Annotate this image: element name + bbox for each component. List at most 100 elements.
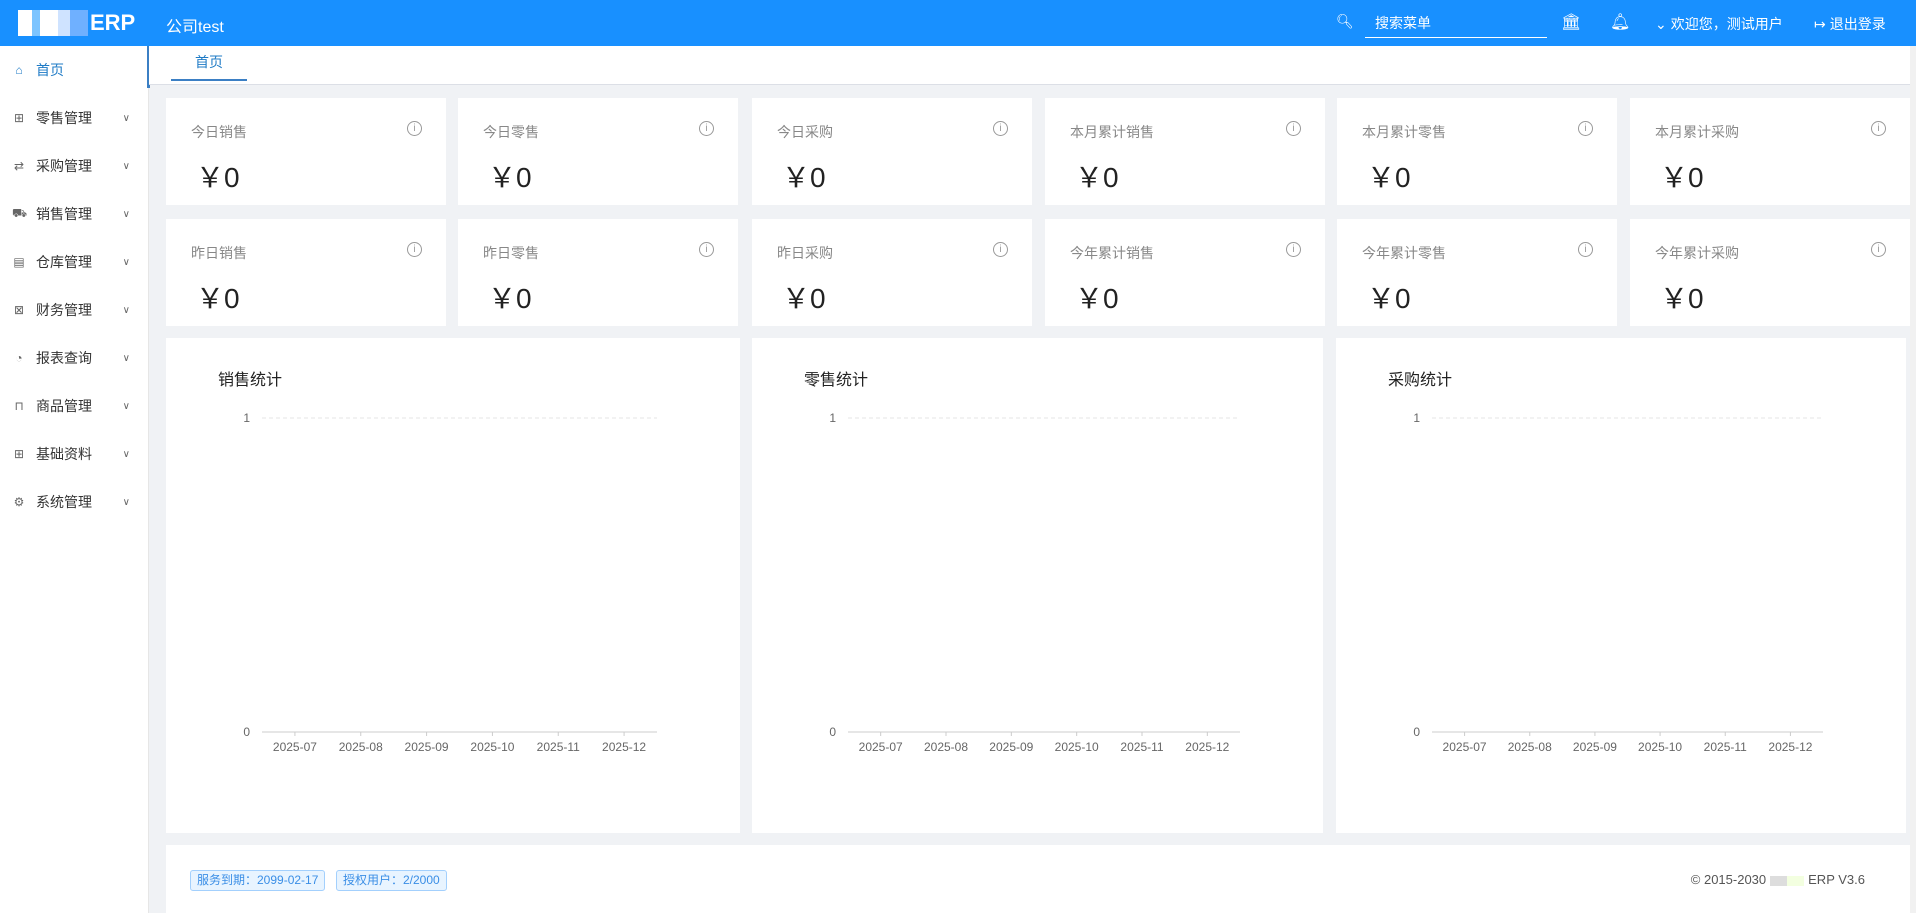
chevron-down-icon: ∨ (122, 256, 130, 268)
sidebar-item-label: 采购管理 (36, 158, 92, 174)
info-icon[interactable]: i (1871, 121, 1886, 136)
logo[interactable]: ERP (18, 9, 135, 37)
stat-card: 今年累计采购 i ￥0 (1630, 219, 1910, 326)
sidebar-item[interactable]: ⊓ 商品管理 ∨ (0, 382, 148, 430)
stat-card: 今日零售 i ￥0 (458, 98, 738, 205)
y-tick-label: 0 (829, 725, 836, 739)
info-icon[interactable]: i (993, 242, 1008, 257)
chevron-down-icon: ∨ (122, 448, 130, 460)
stat-value: ￥0 (1075, 162, 1119, 193)
stat-title: 本月累计销售 (1070, 124, 1154, 140)
bank-icon[interactable]: 🏛︎ (1561, 12, 1581, 32)
stat-title: 今日零售 (483, 124, 539, 140)
sidebar-item-label: 零售管理 (36, 110, 92, 126)
sidebar-item[interactable]: ◔ 报表查询 ∨ (0, 334, 148, 382)
cart-icon: ⛟ (12, 206, 28, 220)
sidebar-item[interactable]: ⚙ 系统管理 ∨ (0, 478, 148, 526)
x-tick-label: 2025-12 (1185, 740, 1229, 754)
info-icon[interactable]: i (1871, 242, 1886, 257)
x-tick-label: 2025-08 (924, 740, 968, 754)
home-icon: ⌂ (15, 63, 23, 77)
chevron-down-icon: ∨ (122, 208, 130, 220)
welcome-text: 欢迎您，测试用户 (1670, 16, 1783, 32)
chevron-down-icon: ∨ (122, 400, 130, 412)
sidebar-item[interactable]: ⌂ 首页 (0, 46, 150, 94)
sidebar-item[interactable]: ⛟ 销售管理 ∨ (0, 190, 148, 238)
sidebar-item-label: 商品管理 (36, 398, 92, 414)
stat-title: 今年累计零售 (1362, 245, 1446, 261)
x-tick-label: 2025-10 (1638, 740, 1682, 754)
tab-bar: 首页 (149, 46, 1910, 85)
search-menu-input[interactable] (1365, 8, 1547, 38)
info-icon[interactable]: i (699, 242, 714, 257)
sidebar-item[interactable]: ⊞ 零售管理 ∨ (0, 94, 148, 142)
stat-title: 今年累计采购 (1655, 245, 1739, 261)
x-tick-label: 2025-09 (405, 740, 449, 754)
sidebar-item[interactable]: ⊠ 财务管理 ∨ (0, 286, 148, 334)
stat-title: 今日采购 (777, 124, 833, 140)
page-scrollbar[interactable] (1910, 46, 1916, 913)
warehouse-icon: ▤ (13, 255, 25, 269)
chart-card: 销售统计 0 1 2025-07 2025-08 2025-09 2025-10 2025-1… (166, 338, 740, 833)
footer: 服务到期：2099-02-17 授权用户：2/2000 © 2015-2030 E… (166, 845, 1910, 913)
x-tick-label: 2025-12 (602, 740, 646, 754)
stat-card: 今年累计零售 i ￥0 (1337, 219, 1617, 326)
stat-title: 今年累计销售 (1070, 245, 1154, 261)
info-icon[interactable]: i (699, 121, 714, 136)
chevron-down-icon: ∨ (122, 496, 130, 508)
stat-card: 昨日销售 i ￥0 (166, 219, 446, 326)
info-icon[interactable]: i (407, 242, 422, 257)
chart-plot: 0 1 2025-07 2025-08 2025-09 2025-10 2025-11 202… (243, 411, 657, 754)
info-icon[interactable]: i (1286, 121, 1301, 136)
stat-card: 昨日零售 i ￥0 (458, 219, 738, 326)
sidebar-item[interactable]: ▤ 仓库管理 ∨ (0, 238, 148, 286)
finance-icon: ⊠ (13, 303, 25, 317)
chart-plot: 0 1 2025-07 2025-08 2025-09 2025-10 2025-11 202… (829, 411, 1240, 754)
stat-card: 本月累计销售 i ￥0 (1045, 98, 1325, 205)
company-logo-blur (1770, 875, 1805, 886)
y-tick-label: 0 (243, 725, 250, 739)
logo-text: ERP (90, 10, 136, 35)
sidebar-item-label: 报表查询 (36, 350, 92, 366)
stat-value: ￥0 (1660, 162, 1704, 193)
x-tick-label: 2025-11 (537, 740, 580, 754)
x-tick-label: 2025-10 (1055, 740, 1099, 754)
sidebar-item[interactable]: ⇄ 采购管理 ∨ (0, 142, 148, 190)
stat-card: 今年累计销售 i ￥0 (1045, 219, 1325, 326)
stat-title: 本月累计采购 (1655, 124, 1739, 140)
user-menu[interactable]: ⌄ 欢迎您，测试用户 (1655, 14, 1783, 34)
sidebar-item[interactable]: ⊞ 基础资料 ∨ (0, 430, 148, 478)
stat-card: 昨日采购 i ￥0 (752, 219, 1032, 326)
info-icon[interactable]: i (993, 121, 1008, 136)
logo-image (18, 10, 88, 36)
search-icon[interactable]: 🔍︎ (1336, 13, 1354, 30)
copyright-text: © 2015-2030 (1690, 872, 1767, 887)
info-icon[interactable]: i (1578, 121, 1593, 136)
info-icon[interactable]: i (1578, 242, 1593, 257)
stat-title: 今日销售 (191, 124, 247, 140)
x-tick-label: 2025-10 (470, 740, 514, 754)
bell-icon[interactable]: 🔔︎ (1610, 12, 1630, 32)
chart-card: 采购统计 0 1 2025-07 2025-08 2025-09 2025-10 2025-1… (1336, 338, 1906, 833)
x-tick-label: 2025-07 (273, 740, 317, 754)
info-icon[interactable]: i (407, 121, 422, 136)
gift-icon: ⊞ (13, 111, 25, 125)
sidebar-item-label: 首页 (36, 62, 64, 78)
service-expiry-tag: 服务到期：2099-02-17 (190, 870, 326, 891)
y-tick-label: 0 (1413, 725, 1420, 739)
logout-button[interactable]: ↦ 退出登录 (1814, 14, 1886, 34)
stat-value: ￥0 (196, 162, 240, 193)
stat-card: 本月累计零售 i ￥0 (1337, 98, 1617, 205)
stat-value: ￥0 (1075, 283, 1119, 314)
chevron-down-icon: ∨ (122, 112, 130, 124)
x-tick-label: 2025-12 (1768, 740, 1812, 754)
top-header: ERP 公司test 🔍︎ 🏛︎ 🔔︎ ⌄欢迎您，测试用户 ↦退出登录 (0, 0, 1916, 46)
x-tick-label: 2025-07 (859, 740, 903, 754)
sidebar-item-label: 仓库管理 (36, 254, 92, 270)
chevron-circle-icon: ⌄ (1655, 15, 1667, 32)
tab-home[interactable]: 首页 (171, 46, 247, 81)
info-icon[interactable]: i (1286, 242, 1301, 257)
stat-card: 本月累计采购 i ￥0 (1630, 98, 1910, 205)
logout-icon: ↦ (1814, 15, 1826, 32)
x-tick-label: 2025-09 (1573, 740, 1617, 754)
